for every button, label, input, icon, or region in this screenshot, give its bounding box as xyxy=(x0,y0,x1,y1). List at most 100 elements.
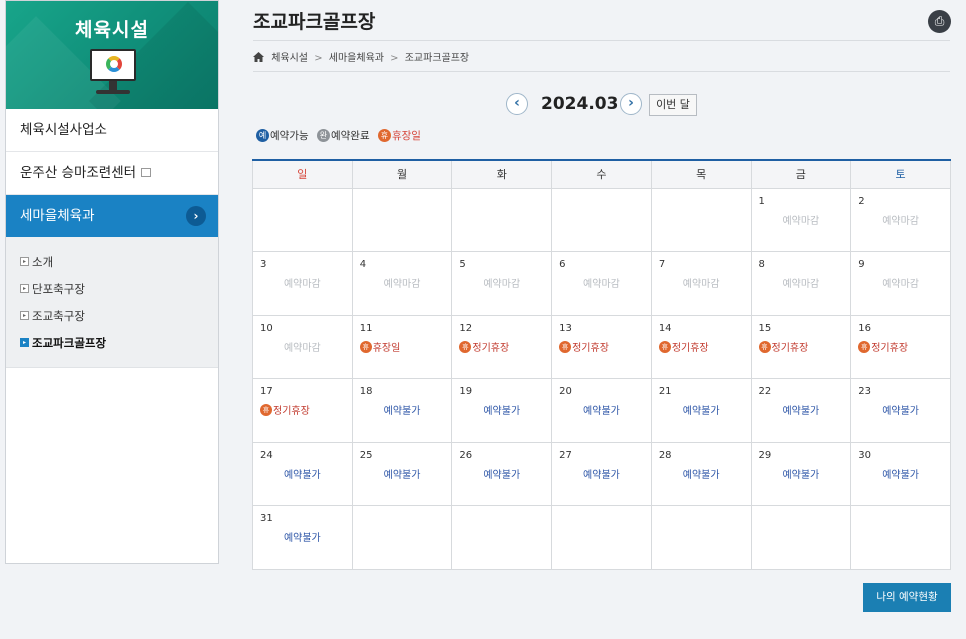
day-number: 7 xyxy=(658,259,666,270)
calendar-day[interactable]: 7 예약마감 xyxy=(650,251,752,316)
day-number: 22 xyxy=(758,386,772,397)
calendar-day[interactable]: 17 휴 정기휴장 xyxy=(252,378,353,443)
day-number: 11 xyxy=(359,322,373,334)
calendar-day[interactable]: 4 예약마감 xyxy=(351,251,453,316)
day-status-label: 예약불가 xyxy=(483,469,521,481)
sub-item-jogyo-parkgolf[interactable]: ▸ 조교파크골프장 xyxy=(20,330,218,357)
day-status: 휴 정기휴장 xyxy=(858,339,950,354)
breadcrumb-separator: > xyxy=(314,53,323,64)
done-badge-icon: 완 xyxy=(316,128,330,142)
calendar-empty-cell xyxy=(551,187,652,252)
day-number: 19 xyxy=(459,386,473,397)
sidebar-item-riding-center[interactable]: 운주산 승마조련센터 xyxy=(6,152,218,195)
sidebar-item-sports-office[interactable]: 체육시설사업소 xyxy=(6,109,218,152)
day-status-label: 예약마감 xyxy=(682,279,720,290)
weekday-thu: 목 xyxy=(650,159,752,189)
day-number: 30 xyxy=(858,449,871,461)
day-status-label: 예약불가 xyxy=(682,469,720,481)
calendar-day[interactable]: 20 예약불가 xyxy=(551,378,652,443)
chevron-right-icon: › xyxy=(186,206,206,226)
calendar-day[interactable]: 9 예약마감 xyxy=(850,251,951,316)
calendar-day[interactable]: 11 휴 휴장일 xyxy=(351,314,453,379)
closed-badge-icon: 휴 xyxy=(260,404,272,416)
weekday-header: 일 월 화 수 목 금 토 xyxy=(252,159,951,189)
calendar-day[interactable]: 13 휴 정기휴장 xyxy=(551,314,652,379)
calendar-empty-cell xyxy=(351,505,453,570)
day-number: 6 xyxy=(559,259,566,270)
day-number: 12 xyxy=(459,322,473,334)
day-status: 휴 정기휴장 xyxy=(559,339,651,354)
closed-badge-icon: 휴 xyxy=(359,340,372,353)
sidebar: 체육시설 체육시설사업소 운주산 승마조련센터 세마을체육과 › ▸ 소개 ▸ 단포… xyxy=(5,0,219,564)
calendar-day[interactable]: 12 휴 정기휴장 xyxy=(451,314,553,379)
day-status-label: 예약불가 xyxy=(383,406,421,417)
day-status: 예약불가 xyxy=(759,402,851,417)
calendar-day[interactable]: 30 예약불가 xyxy=(850,441,951,506)
calendar-day[interactable]: 18 예약불가 xyxy=(351,378,453,443)
calendar-day[interactable]: 5 예약마감 xyxy=(451,251,553,316)
day-number: 31 xyxy=(260,513,273,524)
calendar-day[interactable]: 22 예약불가 xyxy=(750,378,852,443)
calendar-day[interactable]: 3 예약마감 xyxy=(252,251,353,316)
closed-badge-icon: 휴 xyxy=(377,128,391,142)
calendar-day[interactable]: 21 예약불가 xyxy=(650,378,752,443)
breadcrumb-item[interactable]: 체육시설 xyxy=(271,53,308,64)
calendar-day[interactable]: 29 예약불가 xyxy=(750,441,852,506)
calendar-day[interactable]: 25 예약불가 xyxy=(351,441,453,506)
weekday-fri: 금 xyxy=(750,159,852,189)
legend-done: 완 예약완료 xyxy=(316,128,370,142)
calendar-day[interactable]: 6 예약마감 xyxy=(551,251,652,316)
day-status: 예약마감 xyxy=(659,275,751,290)
calendar-day[interactable]: 15 휴 정기휴장 xyxy=(750,314,852,379)
calendar: 일 월 화 수 목 금 토 1 예약마감 2 예약마감 3 예약마감 4 예약마감 5 예약마감 6… xyxy=(252,159,951,570)
day-status-label: 예약불가 xyxy=(283,469,321,481)
calendar-day[interactable]: 27 예약불가 xyxy=(551,441,652,506)
printer-icon[interactable]: ⎙ xyxy=(928,10,951,33)
calendar-day[interactable]: 28 예약불가 xyxy=(650,441,752,506)
day-number: 1 xyxy=(758,195,765,207)
breadcrumb-item[interactable]: 조교파크골프장 xyxy=(405,53,469,64)
day-status: 예약불가 xyxy=(360,402,452,417)
sub-item-intro[interactable]: ▸ 소개 xyxy=(20,249,218,276)
day-status: 예약마감 xyxy=(759,275,851,290)
calendar-day[interactable]: 23 예약불가 xyxy=(850,378,951,443)
calendar-day[interactable]: 1 예약마감 xyxy=(750,187,852,252)
next-month-button[interactable]: › xyxy=(620,93,642,115)
sub-menu: ▸ 소개 ▸ 단포축구장 ▸ 조교축구장 ▸ 조교파크골프장 xyxy=(6,237,218,368)
sub-item-danpo[interactable]: ▸ 단포축구장 xyxy=(20,276,218,303)
sub-item-jogyo-soccer[interactable]: ▸ 조교축구장 xyxy=(20,303,218,330)
day-status-label: 정기휴장 xyxy=(671,342,709,354)
calendar-day[interactable]: 26 예약불가 xyxy=(451,441,553,506)
my-reservations-button[interactable]: 나의 예약현황 xyxy=(863,583,951,612)
day-status-label: 예약마감 xyxy=(882,215,920,227)
prev-month-button[interactable]: ‹ xyxy=(506,93,528,115)
calendar-day[interactable]: 19 예약불가 xyxy=(451,378,553,443)
day-number: 27 xyxy=(559,449,572,461)
sidebar-item-label: 세마을체육과 xyxy=(20,208,95,224)
day-number: 25 xyxy=(359,449,373,461)
day-status: 예약불가 xyxy=(659,402,751,417)
calendar-day[interactable]: 31 예약불가 xyxy=(252,505,353,570)
calendar-day[interactable]: 8 예약마감 xyxy=(750,251,852,316)
home-icon[interactable] xyxy=(253,52,264,62)
page-title: 조교파크골프장 xyxy=(253,11,376,33)
calendar-day[interactable]: 10 예약마감 xyxy=(252,314,353,379)
this-month-button[interactable]: 이번 달 xyxy=(649,94,697,116)
breadcrumb-item[interactable]: 세마을체육과 xyxy=(329,53,384,64)
sidebar-item-saemaeul[interactable]: 세마을체육과 › xyxy=(6,195,218,237)
calendar-day[interactable]: 14 휴 정기휴장 xyxy=(650,314,752,379)
day-status: 예약불가 xyxy=(759,466,851,481)
calendar-day[interactable]: 2 예약마감 xyxy=(850,187,951,252)
closed-badge-icon: 휴 xyxy=(559,340,572,353)
legend-label: 예약가능 xyxy=(270,130,309,142)
sub-item-label: 조교축구장 xyxy=(32,309,85,323)
calendar-day[interactable]: 24 예약불가 xyxy=(252,441,353,506)
day-status: 예약불가 xyxy=(459,466,551,481)
day-status: 휴 정기휴장 xyxy=(459,339,551,354)
day-number: 20 xyxy=(559,386,572,397)
calendar-day[interactable]: 16 휴 정기휴장 xyxy=(850,314,951,379)
bullet-icon: ▸ xyxy=(20,257,29,266)
day-status-label: 정기휴장 xyxy=(871,342,909,354)
month-label: 2024.03 xyxy=(541,94,619,114)
day-status-label: 예약불가 xyxy=(583,406,620,417)
